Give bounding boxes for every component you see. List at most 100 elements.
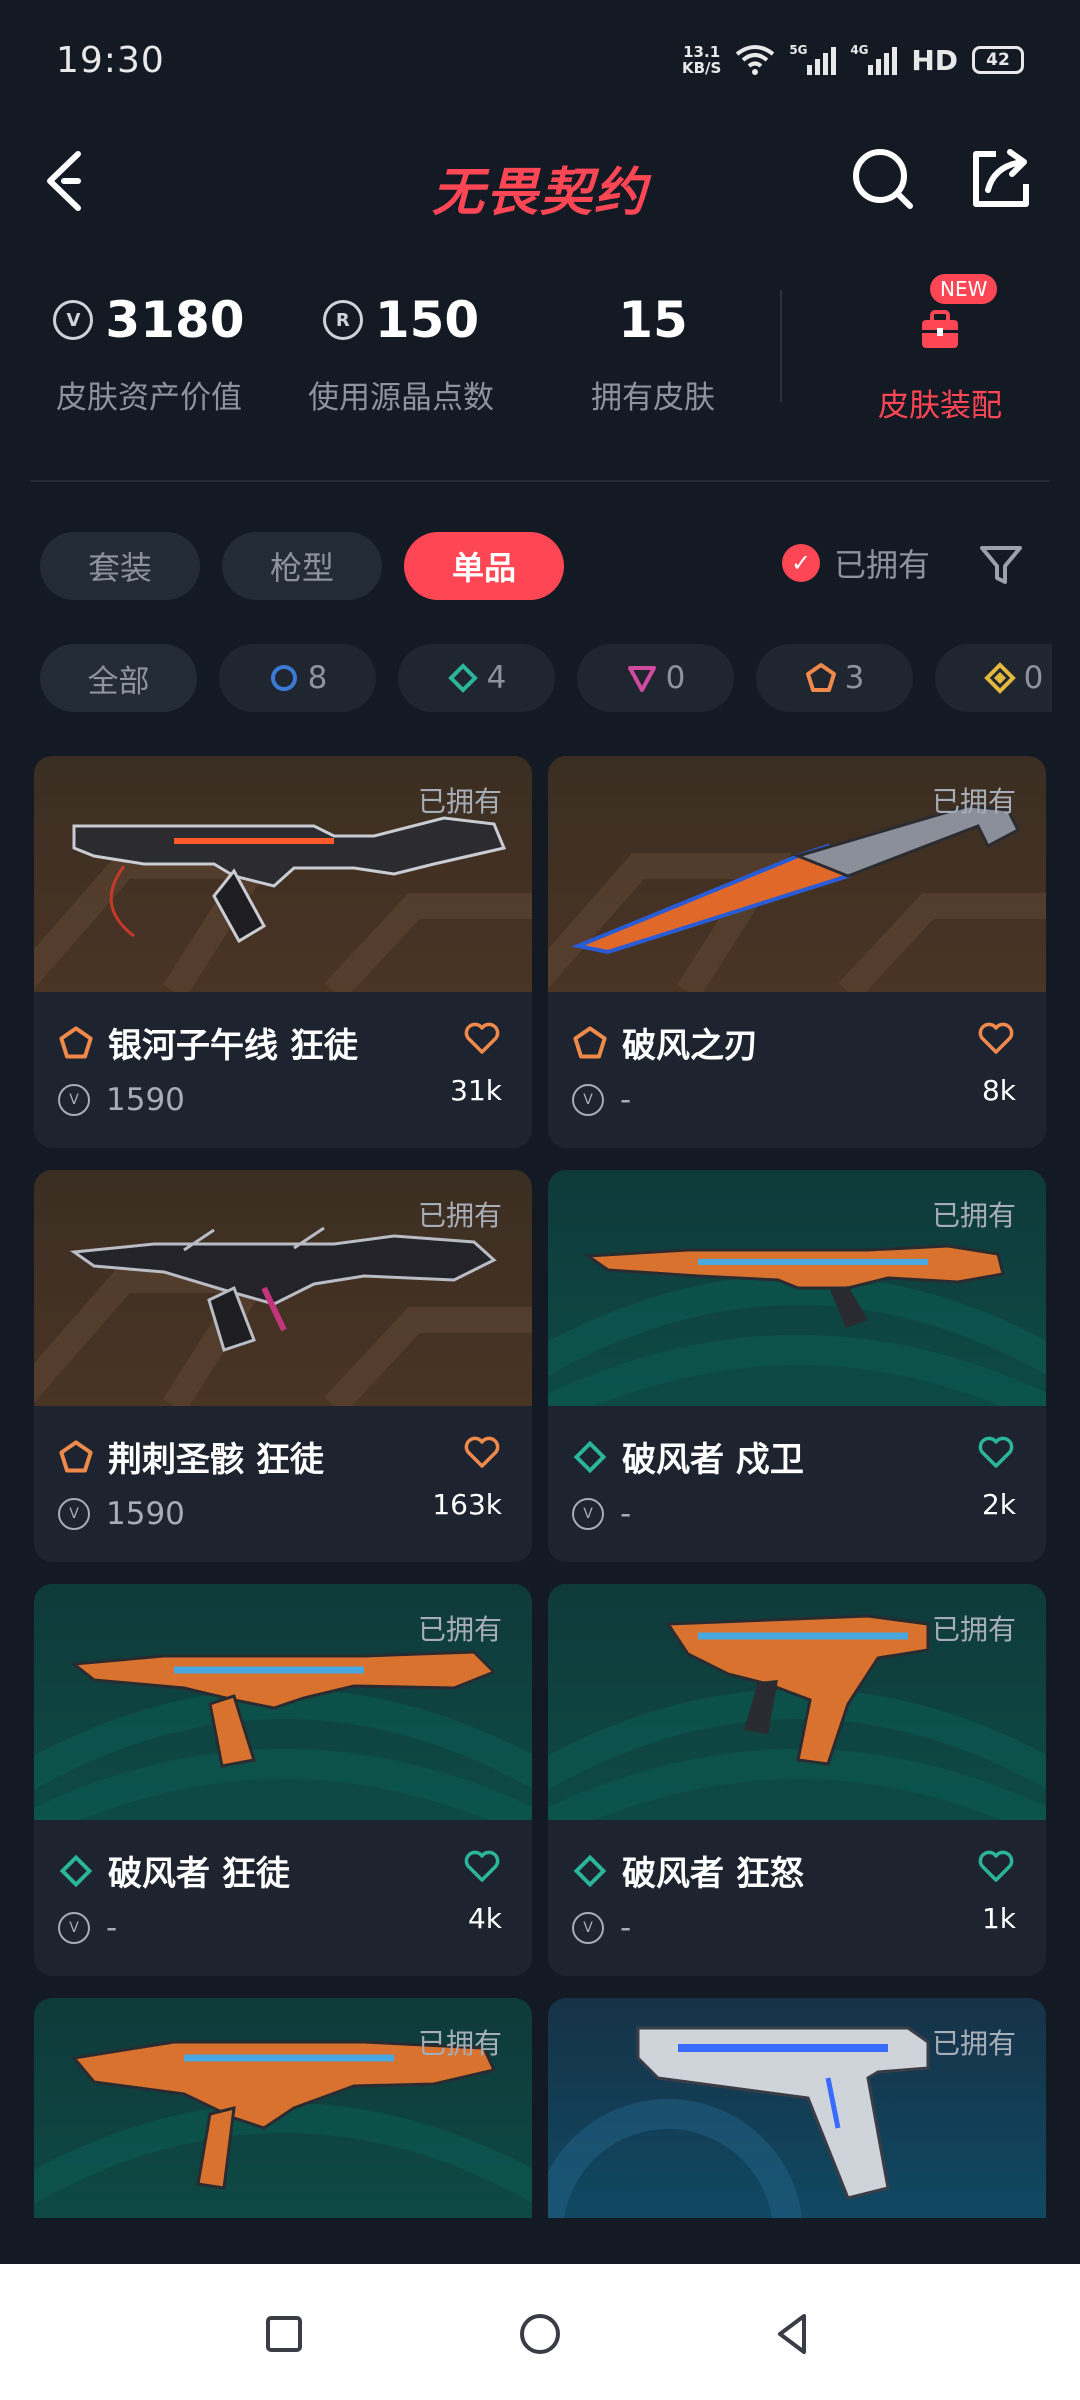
skin-card[interactable]: 已拥有 破风之刃 V - 8k xyxy=(548,756,1046,1148)
skin-card[interactable]: 已拥有 荆刺圣骸 狂徒 V 1590 163k xyxy=(34,1170,532,1562)
tab-bundles[interactable]: 套装 xyxy=(40,532,200,600)
skin-card[interactable]: 已拥有 破风者 狂怒 V - 1k xyxy=(548,1584,1046,1976)
diamond-rarity-icon xyxy=(59,1854,93,1887)
owned-tag: 已拥有 xyxy=(931,1613,1016,1646)
pentagon-rarity-icon xyxy=(573,1025,607,1058)
heart-icon[interactable] xyxy=(976,1018,1016,1058)
heart-icon[interactable] xyxy=(976,1432,1016,1472)
skin-name: 银河子午线 狂徒 xyxy=(108,1026,358,1066)
share-icon[interactable] xyxy=(966,144,1036,214)
checkmark-icon: ✓ xyxy=(782,544,820,582)
asset-value: 3180 xyxy=(105,291,245,349)
asset-value-label: 皮肤资产价值 xyxy=(56,380,242,416)
diamond-rarity-icon xyxy=(573,1440,607,1473)
owned-tag: 已拥有 xyxy=(417,1613,502,1646)
radianite-value: 150 xyxy=(374,291,480,349)
circle-rarity-icon xyxy=(270,665,297,691)
skin-card[interactable]: 已拥有 银河子午线 狂徒 V 1590 31k xyxy=(34,756,532,1148)
skin-price-row: V - xyxy=(572,1910,631,1946)
owned-skins-label: 拥有皮肤 xyxy=(591,380,715,416)
skin-price-row: V 1590 xyxy=(58,1082,185,1118)
skin-name-row: 破风者 狂怒 xyxy=(572,1846,804,1895)
heart-icon[interactable] xyxy=(462,1432,502,1472)
like-count: 163k xyxy=(432,1488,502,1521)
stat-radianite: R 150 使用源晶点数 xyxy=(276,288,526,417)
skin-price: - xyxy=(620,1910,632,1946)
battery-icon: 42 xyxy=(972,46,1024,74)
skin-name-row: 银河子午线 狂徒 xyxy=(58,1018,358,1067)
skin-grid: 已拥有 银河子午线 狂徒 V 1590 31k 已拥有 破风之刃 V - 8k … xyxy=(34,756,1046,2218)
like-count: 8k xyxy=(981,1074,1016,1107)
stat-owned-skins: 15 拥有皮肤 xyxy=(528,288,778,417)
rarity-chip-all[interactable]: 全部 xyxy=(40,644,197,712)
skin-card[interactable]: 已拥有 破风者 狂徒 V - 4k xyxy=(34,1584,532,1976)
skin-price-row: V - xyxy=(572,1082,631,1118)
skin-name-row: 破风之刃 xyxy=(572,1018,758,1067)
like-count: 1k xyxy=(981,1902,1016,1935)
rarity-chip-exclusive[interactable]: 3 xyxy=(756,644,913,712)
network-speed-unit: KB/S xyxy=(681,59,722,77)
heart-icon[interactable] xyxy=(462,1846,502,1886)
rarity-chip-ultra[interactable]: 0 xyxy=(935,644,1052,712)
filter-icon[interactable] xyxy=(976,540,1026,590)
owned-skins-value: 15 xyxy=(618,291,688,349)
heart-icon[interactable] xyxy=(976,1846,1016,1886)
hd-icon: HD xyxy=(911,43,958,77)
home-icon[interactable] xyxy=(510,2304,570,2364)
rarity-count: 0 xyxy=(1023,660,1044,696)
status-bar: 19:30 13.1 KB/S 5G 4G HD 42 xyxy=(0,0,1080,120)
wifi-icon xyxy=(736,45,775,75)
skin-price: - xyxy=(620,1082,632,1118)
rarity-chip-deluxe[interactable]: 4 xyxy=(398,644,555,712)
tab-weapon-types[interactable]: 枪型 xyxy=(222,532,382,600)
skin-name: 破风者 狂徒 xyxy=(108,1854,290,1894)
gem-rarity-icon xyxy=(983,662,1016,694)
skin-name-row: 荆刺圣骸 狂徒 xyxy=(58,1432,324,1481)
pentagon-rarity-icon xyxy=(805,663,836,692)
skin-name: 荆刺圣骸 狂徒 xyxy=(108,1440,324,1480)
network-speed-value: 13.1 xyxy=(683,43,721,61)
system-nav-bar xyxy=(0,2264,1080,2400)
skin-price-row: V - xyxy=(58,1910,117,1946)
pentagon-rarity-icon xyxy=(59,1439,93,1472)
diamond-rarity-icon xyxy=(573,1854,607,1887)
status-icons: 13.1 KB/S 5G 4G HD 42 xyxy=(682,43,1024,77)
app-title: 无畏契约 xyxy=(431,163,648,223)
skin-name-row: 破风者 狂徒 xyxy=(58,1846,290,1895)
rarity-chip-select[interactable]: 8 xyxy=(219,644,376,712)
skin-name: 破风者 狂怒 xyxy=(622,1854,804,1894)
valorant-points-icon: V xyxy=(58,1084,90,1116)
owned-tag: 已拥有 xyxy=(931,785,1016,818)
skin-price: 1590 xyxy=(106,1082,185,1118)
skin-name-row: 破风者 戍卫 xyxy=(572,1432,804,1481)
back-nav-icon[interactable] xyxy=(764,2304,824,2364)
rarity-count: 8 xyxy=(307,660,328,696)
skin-equip-label: 皮肤装配 xyxy=(878,388,1002,424)
diamond-rarity-icon xyxy=(447,663,478,693)
owned-tag: 已拥有 xyxy=(931,2027,1016,2060)
skin-card[interactable]: 已拥有 破风者 戍卫 V - 2k xyxy=(548,1170,1046,1562)
like-count: 2k xyxy=(981,1488,1016,1521)
owned-filter-toggle[interactable]: ✓ 已拥有 xyxy=(782,540,930,586)
skin-equip-button[interactable]: NEW 皮肤装配 xyxy=(830,270,1050,425)
valorant-points-icon: V xyxy=(572,1498,604,1530)
section-divider xyxy=(30,480,1050,482)
stats-divider xyxy=(780,290,782,402)
pentagon-rarity-icon xyxy=(59,1025,93,1058)
skin-card[interactable]: 已拥有 xyxy=(34,1998,532,2218)
tab-single-items[interactable]: 单品 xyxy=(404,532,564,600)
heart-icon[interactable] xyxy=(462,1018,502,1058)
battery-level: 42 xyxy=(986,50,1010,70)
skin-card[interactable]: 已拥有 xyxy=(548,1998,1046,2218)
rarity-count: 4 xyxy=(486,660,507,696)
recent-apps-icon[interactable] xyxy=(254,2304,314,2364)
search-icon[interactable] xyxy=(848,144,918,214)
locker-icon xyxy=(922,310,958,348)
skin-name: 破风者 戍卫 xyxy=(622,1440,804,1480)
rarity-count: 3 xyxy=(844,660,865,696)
triangle-rarity-icon xyxy=(627,666,656,692)
network-speed: 13.1 KB/S xyxy=(682,44,721,76)
skin-price: 1590 xyxy=(106,1496,185,1532)
skin-price: - xyxy=(106,1910,118,1946)
rarity-chip-premium[interactable]: 0 xyxy=(577,644,734,712)
